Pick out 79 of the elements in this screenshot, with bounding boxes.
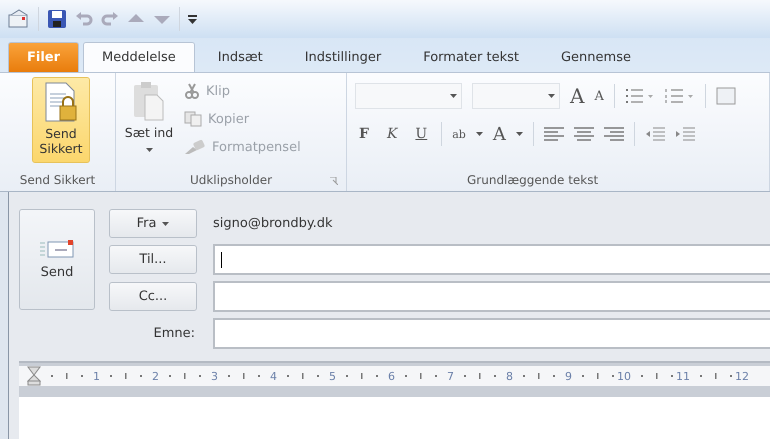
ruler-ticks: [580, 372, 616, 380]
ruler-number: 1: [93, 370, 100, 382]
down-arrow-icon[interactable]: [153, 13, 171, 25]
decrease-indent-icon[interactable]: [644, 127, 665, 141]
ruler-ticks: [285, 372, 321, 380]
text-style-button[interactable]: F: [355, 126, 373, 142]
ribbon-tab[interactable]: Formater tekst: [404, 42, 538, 72]
ruler-ticks: [167, 372, 203, 380]
to-button[interactable]: Til...: [109, 245, 197, 274]
ruler-ticks: [462, 372, 498, 380]
subject-label: Emne:: [152, 326, 196, 341]
ruler-ticks: [521, 372, 557, 380]
ruler-ticks: [344, 372, 380, 380]
redo-icon[interactable]: [101, 11, 119, 27]
ruler-number: 8: [506, 370, 513, 382]
ruler-ticks: [49, 372, 85, 380]
ruler-number: 6: [388, 370, 395, 382]
caret-icon: [450, 94, 457, 98]
caret-icon: [516, 132, 523, 136]
to-field[interactable]: [213, 244, 770, 275]
caret-icon: [162, 222, 170, 226]
brush-icon: [184, 139, 206, 155]
dialog-launcher-icon[interactable]: [330, 177, 338, 185]
ruler-ticks: [403, 372, 439, 380]
align-right-icon[interactable]: [604, 127, 624, 141]
grow-font-button[interactable]: A: [570, 84, 584, 108]
font-color-button[interactable]: A: [492, 124, 506, 144]
align-left-icon[interactable]: [544, 127, 564, 141]
scissors-icon: [184, 83, 200, 99]
ruler-number: 3: [211, 370, 218, 382]
ribbon-tab[interactable]: Indstillinger: [286, 42, 400, 72]
text-style-button[interactable]: K: [382, 126, 402, 142]
group-title: Udklipsholder: [190, 173, 272, 187]
ruler-number: 4: [270, 370, 277, 382]
group-title: Send Sikkert: [20, 173, 96, 187]
ruler-ticks: [226, 372, 262, 380]
ribbon-tab[interactable]: Indsæt: [198, 42, 282, 72]
subject-field[interactable]: [213, 318, 770, 349]
text-style-button[interactable]: U: [411, 126, 432, 142]
save-icon[interactable]: [47, 9, 67, 29]
undo-icon[interactable]: [75, 11, 93, 27]
caret-icon: [548, 94, 555, 98]
caret-icon: [476, 132, 483, 136]
ruler-number: 12: [735, 370, 749, 382]
paste-button[interactable]: Sæt ind: [120, 77, 178, 169]
ruler-number: 11: [676, 370, 690, 382]
send-secure-button[interactable]: Send Sikkert: [32, 77, 90, 163]
copy-icon: [184, 111, 202, 127]
ruler-number: 10: [617, 370, 631, 382]
group-title: Grundlæggende tekst: [467, 173, 598, 187]
ruler-number: 7: [447, 370, 454, 382]
increase-indent-icon[interactable]: [674, 127, 695, 141]
cc-field[interactable]: [213, 281, 770, 312]
clipboard-icon: [133, 81, 165, 121]
bullet-list-icon[interactable]: [624, 88, 655, 104]
indent-marker-icon[interactable]: [27, 366, 41, 386]
caret-icon: [146, 148, 152, 152]
highlight-button[interactable]: ab: [452, 128, 466, 140]
styles-icon[interactable]: [716, 86, 736, 106]
mail-icon[interactable]: [8, 9, 30, 29]
ruler-ticks: [698, 372, 734, 380]
numbered-list-icon[interactable]: [664, 88, 695, 104]
send-button[interactable]: Send: [19, 209, 95, 310]
customize-dropdown-icon[interactable]: [188, 14, 197, 24]
envelope-icon: [39, 239, 75, 259]
ruler-ticks: [108, 372, 144, 380]
up-arrow-icon[interactable]: [127, 13, 145, 25]
ruler-number: 5: [329, 370, 336, 382]
ribbon-tab[interactable]: Meddelelse: [83, 42, 195, 72]
sender-address: signo@brondby.dk: [213, 216, 334, 231]
locked-document-icon: [44, 82, 78, 122]
align-center-icon[interactable]: [574, 127, 594, 141]
ruler-ticks: [639, 372, 675, 380]
shrink-font-button[interactable]: A: [594, 88, 604, 104]
from-button[interactable]: Fra: [109, 209, 197, 238]
ruler-number: 2: [152, 370, 159, 382]
ribbon-tab[interactable]: Gennemse: [542, 42, 650, 72]
ruler-number: 9: [565, 370, 572, 382]
cc-button[interactable]: Cc...: [109, 282, 197, 311]
